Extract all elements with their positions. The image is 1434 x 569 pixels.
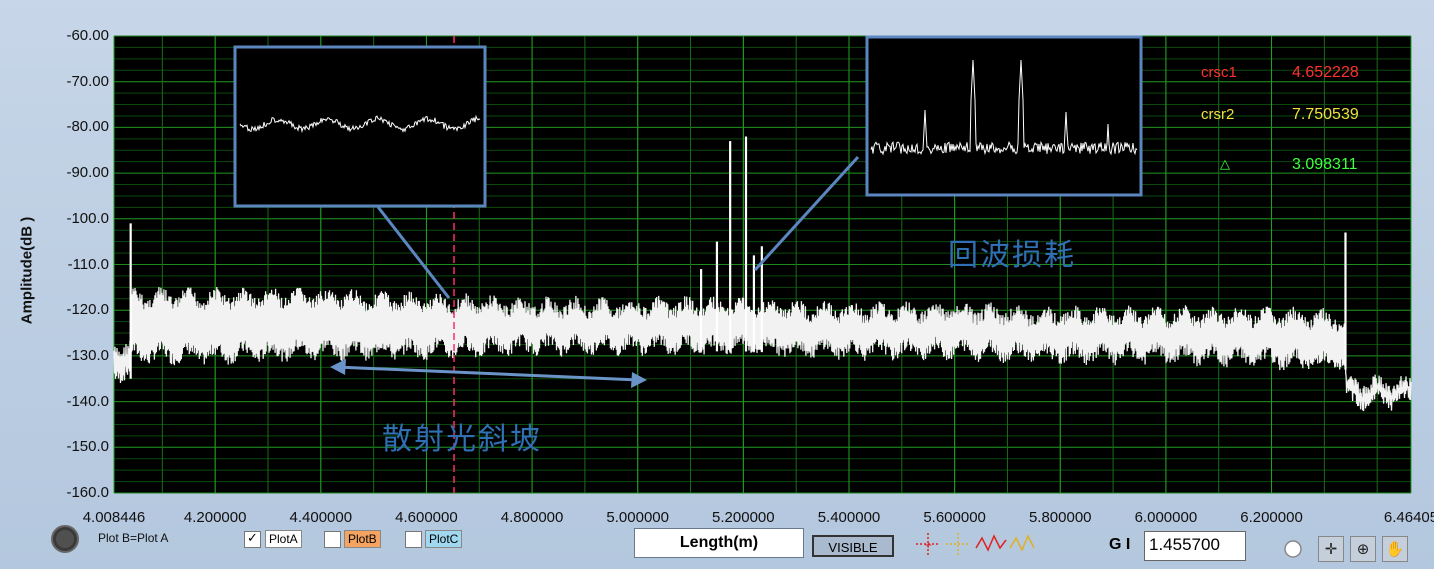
round-led-indicator[interactable] (50, 524, 80, 554)
gi-input[interactable]: 1.455700 (1144, 531, 1246, 561)
crosshair-icon[interactable]: ✛ (1318, 536, 1344, 562)
plota-label: PlotA (265, 530, 302, 548)
x-tick-label: 6.46405 (1383, 509, 1434, 526)
x-tick-label: 6.000000 (1134, 509, 1198, 526)
plot-style-icons[interactable]: + (912, 530, 1038, 558)
y-tick-label: -70.00 (66, 72, 109, 90)
x-tick-label: 6.200000 (1240, 509, 1303, 526)
x-tick-label: 5.800000 (1028, 509, 1092, 526)
plotc-checkbox[interactable] (405, 531, 422, 548)
y-tick-label: -140.0 (66, 392, 109, 410)
amplitude-chart[interactable] (0, 0, 1434, 569)
cursor1-value: 4.652228 (1292, 64, 1359, 81)
plotb-checkbox[interactable] (324, 531, 341, 548)
gi-label: G I (1109, 536, 1131, 553)
y-tick-label: -80.00 (66, 118, 109, 136)
x-tick-label: 5.200000 (712, 509, 775, 526)
x-tick-label: 4.600000 (395, 509, 458, 526)
y-tick-label: -110.0 (67, 255, 109, 273)
cursor2-name: crsr2 (1201, 106, 1235, 123)
return-loss-annotation: 回波损耗 (948, 238, 1076, 273)
y-tick-label: -100.0 (66, 209, 109, 227)
cursor2-value: 7.750539 (1292, 106, 1359, 123)
length-axis-label: Length(m) (634, 528, 804, 558)
scatter-slope-annotation: 散射光斜坡 (382, 422, 542, 457)
yellow-wave-style-icon (1009, 534, 1035, 552)
visible-button[interactable]: VISIBLE (812, 535, 894, 557)
plotb-label: PlotB (344, 530, 381, 548)
plot-b-equals-label: Plot B=Plot A (98, 531, 169, 545)
yellow-cross-style-icon (946, 533, 970, 555)
x-tick-label: 4.800000 (500, 509, 564, 526)
x-tick-label: 4.200000 (183, 509, 247, 526)
x-tick-label: 5.000000 (606, 509, 669, 526)
delta-value: 3.098311 (1292, 156, 1358, 173)
plotc-label: PlotC (425, 530, 463, 548)
graph-window: Amplitude(dB ) -60.00 -70.00 -80.00 -90.00-… (0, 0, 1434, 569)
radio-button[interactable] (1283, 539, 1303, 559)
y-tick-label: -160.0 (66, 484, 109, 501)
cursor1-name: crsc1 (1201, 64, 1237, 81)
svg-text:+: + (924, 540, 932, 551)
red-cross-style-icon: + (916, 533, 940, 555)
y-tick-label: -150.0 (66, 438, 109, 456)
zoom-icon[interactable]: ⊕ (1350, 536, 1376, 562)
x-tick-label: 4.400000 (289, 509, 353, 526)
x-tick-label: 5.400000 (817, 509, 881, 526)
y-tick-label: -90.00 (66, 164, 109, 182)
y-tick-label: -130.0 (66, 346, 109, 364)
inset-return-loss-zoom (865, 35, 1143, 197)
y-tick-label: -60.00 (66, 27, 109, 44)
plota-checkbox[interactable]: ✓ (244, 531, 261, 548)
pan-hand-icon[interactable]: ✋ (1382, 536, 1408, 562)
delta-icon: △ (1220, 156, 1230, 171)
x-tick-label: 5.600000 (923, 509, 986, 526)
y-tick-label: -120.0 (66, 301, 109, 319)
red-wave-style-icon (975, 534, 1007, 552)
